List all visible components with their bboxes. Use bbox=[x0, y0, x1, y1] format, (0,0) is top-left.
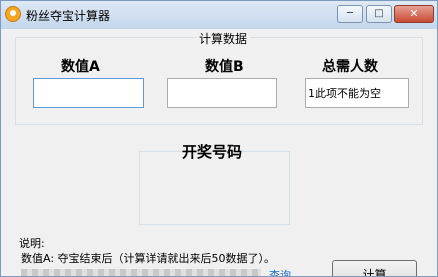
notes-line-1: 数值A: 夺宝结束后（计算详请就出来后50数据了）。 bbox=[21, 252, 276, 265]
overlapping-text bbox=[21, 269, 261, 276]
calculator-window: 粉丝夺宝计算器 ─ □ ✕ 计算数据 数值A 数值B 总需人数 开奖号码 说明:… bbox=[0, 0, 438, 277]
total-people-input[interactable] bbox=[305, 78, 409, 108]
value-b-input[interactable] bbox=[167, 78, 277, 108]
value-a-label: 数值A bbox=[61, 59, 100, 75]
groupbox-title: 计算数据 bbox=[196, 30, 251, 47]
winning-number-panel bbox=[139, 151, 290, 225]
calculate-button[interactable]: 计算 bbox=[332, 260, 417, 276]
title-bar[interactable]: 粉丝夺宝计算器 ─ □ ✕ bbox=[1, 1, 437, 29]
winning-number-label: 开奖号码 bbox=[182, 143, 243, 161]
close-button[interactable]: ✕ bbox=[394, 5, 434, 23]
total-people-label: 总需人数 bbox=[322, 59, 378, 75]
query-link[interactable]: 查询 bbox=[269, 267, 291, 276]
value-a-input[interactable] bbox=[33, 78, 144, 108]
notes-title: 说明: bbox=[19, 237, 45, 250]
notes-line-2: 查询 bbox=[21, 267, 321, 276]
window-title: 粉丝夺宝计算器 bbox=[26, 9, 111, 23]
app-logo-icon bbox=[5, 6, 21, 22]
value-b-label: 数值B bbox=[205, 59, 244, 75]
minimize-button[interactable]: ─ bbox=[337, 5, 363, 23]
maximize-button[interactable]: □ bbox=[366, 5, 392, 23]
